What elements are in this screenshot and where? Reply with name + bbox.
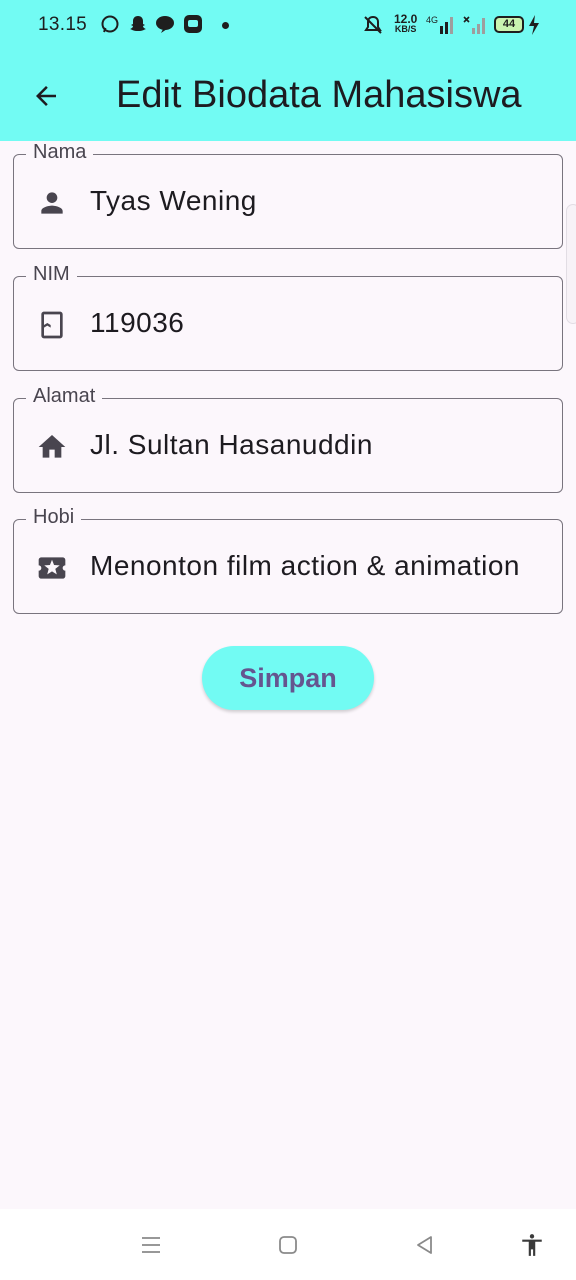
home-icon [36, 431, 68, 463]
page-title: Edit Biodata Mahasiswa [116, 74, 522, 116]
bookmark-book-icon [36, 309, 68, 341]
system-nav-bar [0, 1209, 576, 1280]
menu-icon [142, 1237, 160, 1253]
hobi-input[interactable]: Menonton film action & animation [90, 550, 548, 582]
arrow-left-icon [36, 86, 56, 106]
status-time: 13.15 [38, 14, 88, 35]
svg-text:4G: 4G [426, 15, 438, 25]
line-icon [156, 16, 174, 33]
alamat-field[interactable]: Alamat Jl. Sultan Hasanuddin [13, 385, 563, 493]
nim-input[interactable]: 119036 [90, 307, 548, 339]
back-triangle-icon [417, 1236, 432, 1254]
hobi-value-text: Menonton film action & animation [90, 550, 520, 581]
nama-label: Nama [26, 141, 94, 164]
mute-bell-icon [364, 15, 382, 34]
accessibility-icon [522, 1234, 542, 1256]
person-icon [36, 187, 68, 219]
recent-apps-button[interactable] [137, 1231, 165, 1259]
notification-dot [222, 22, 229, 29]
back-nav-button[interactable] [411, 1231, 439, 1259]
nim-field[interactable]: NIM 119036 [13, 263, 563, 371]
signal-4g-icon: 4G [426, 15, 453, 34]
snapchat-icon [130, 16, 146, 31]
home-square-icon [279, 1236, 297, 1254]
status-bar: 13.15 12.0 KB/S 4G 44 [0, 0, 576, 52]
charging-bolt-icon [529, 15, 539, 35]
nama-field[interactable]: Nama Tyas Wening [13, 141, 563, 249]
hobi-label: Hobi [26, 506, 82, 529]
nama-input[interactable]: Tyas Wening [90, 185, 548, 217]
whatsapp-icon [101, 15, 119, 33]
scroll-handle[interactable] [566, 204, 576, 324]
network-speed: 12.0 KB/S [394, 12, 418, 34]
save-button[interactable]: Simpan [202, 646, 374, 710]
signal-weak-icon [463, 16, 485, 34]
ticket-star-icon [36, 552, 68, 584]
alamat-label: Alamat [26, 385, 103, 408]
hobi-field[interactable]: Hobi Menonton film action & animation [13, 506, 563, 614]
accessibility-button[interactable] [518, 1231, 546, 1259]
back-button[interactable] [26, 76, 66, 116]
home-button[interactable] [274, 1231, 302, 1259]
alamat-input[interactable]: Jl. Sultan Hasanuddin [90, 429, 548, 461]
nim-label: NIM [26, 263, 77, 286]
battery-indicator: 44 [494, 16, 524, 33]
messages-icon [184, 15, 202, 33]
